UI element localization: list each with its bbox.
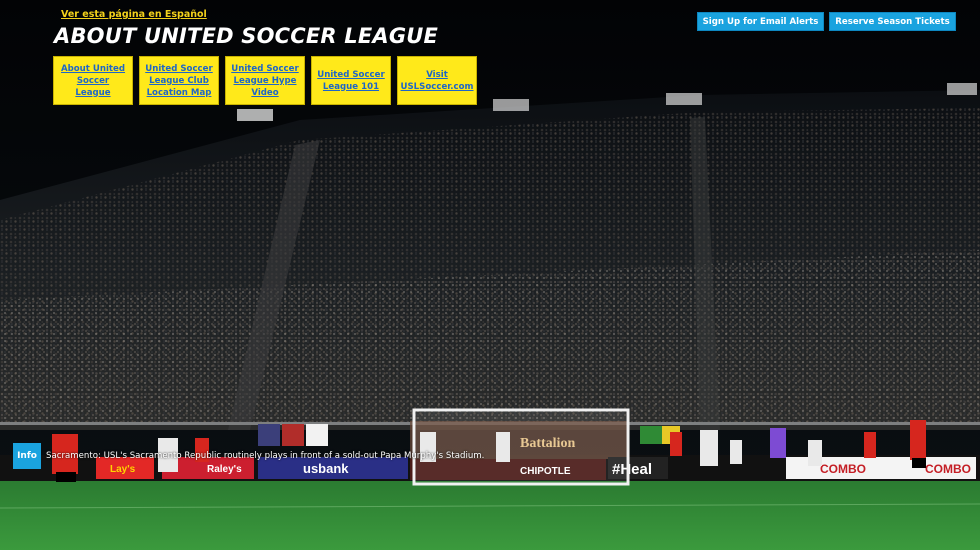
nav-101-button[interactable]: United Soccer League 101 — [311, 56, 391, 105]
spanish-language-link[interactable]: Ver esta página en Español — [61, 9, 207, 20]
ad-usbank: usbank — [303, 461, 349, 476]
season-tickets-button[interactable]: Reserve Season Tickets — [829, 12, 956, 31]
ad-raleys: Raley's — [207, 464, 242, 475]
ad-combo-2: COMBO — [925, 462, 971, 476]
photo-caption: Sacramento: USL's Sacramento Republic ro… — [46, 451, 485, 461]
nav-club-map-button[interactable]: United Soccer League Club Location Map — [139, 56, 219, 105]
nav-hype-video-button[interactable]: United Soccer League Hype Video — [225, 56, 305, 105]
page-title: ABOUT UNITED SOCCER LEAGUE — [54, 24, 439, 48]
nav-about-button[interactable]: About United Soccer League — [53, 56, 133, 105]
ad-combo-1: COMBO — [820, 462, 866, 476]
email-alerts-button[interactable]: Sign Up for Email Alerts — [697, 12, 824, 31]
nav-visit-site-button[interactable]: Visit USLSoccer.com — [397, 56, 477, 105]
ad-lays: Lay's — [110, 464, 136, 475]
info-button[interactable]: Info — [13, 443, 41, 469]
